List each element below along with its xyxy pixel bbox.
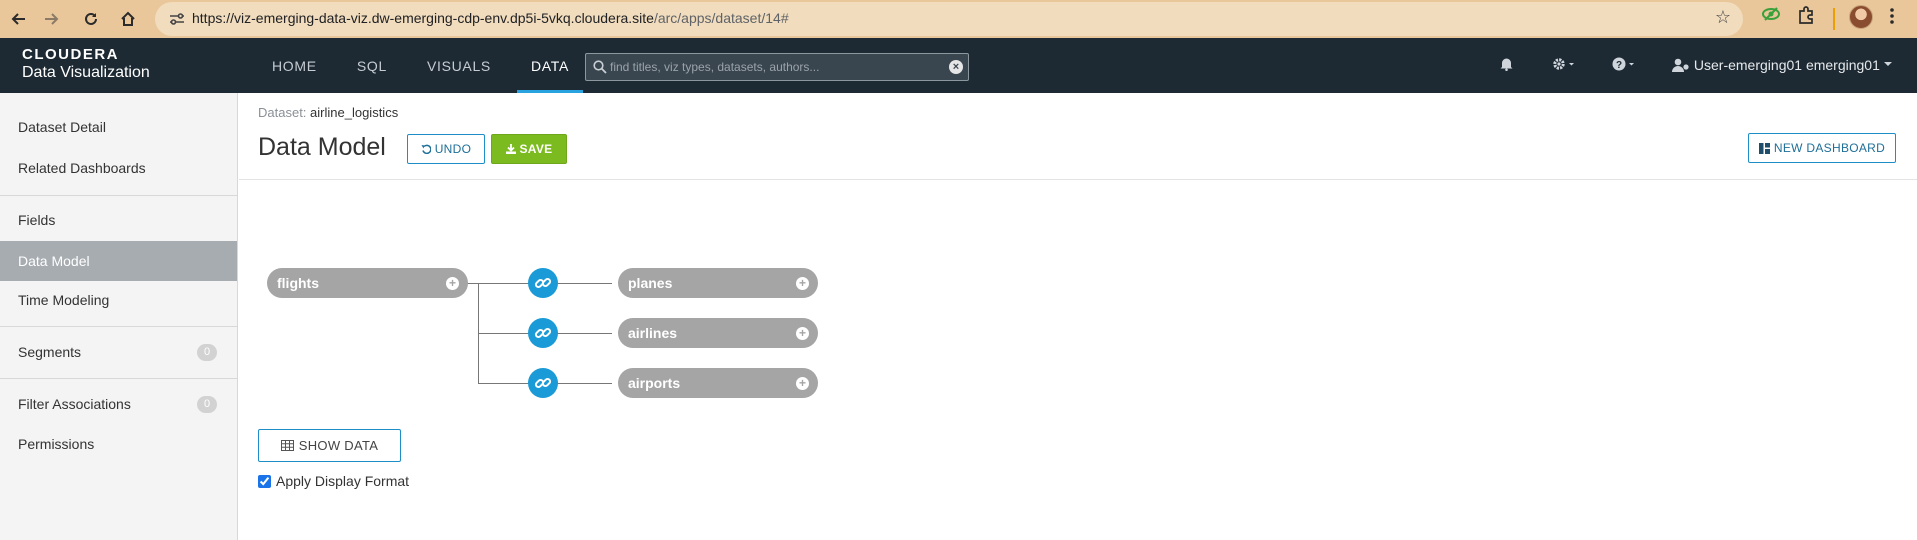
link-icon [534, 327, 552, 339]
extension-eye-icon[interactable] [1762, 6, 1780, 27]
join-link-button[interactable] [528, 268, 558, 298]
address-bar[interactable]: https://viz-emerging-data-viz.dw-emergin… [155, 2, 1743, 36]
link-icon [534, 377, 552, 389]
user-menu[interactable]: User-emerging01 emerging01 [1672, 57, 1892, 73]
header-divider [239, 179, 1917, 180]
sidebar-item-fields[interactable]: Fields [0, 200, 237, 240]
new-dashboard-button[interactable]: NEW DASHBOARD [1748, 133, 1896, 163]
sidebar-item-permissions[interactable]: Permissions [0, 424, 237, 464]
download-icon [505, 144, 516, 154]
breadcrumb-dataset-name: airline_logistics [310, 105, 399, 120]
link-icon [534, 277, 552, 289]
logo-brand: CLOUDERA [22, 46, 119, 63]
apply-display-format-label: Apply Display Format [276, 473, 410, 489]
back-icon[interactable] [4, 4, 34, 34]
add-join-icon[interactable]: + [796, 327, 809, 340]
nav-sql[interactable]: SQL [343, 38, 401, 93]
home-icon[interactable] [113, 4, 143, 34]
app-header: CLOUDERA Data Visualization HOME SQL VIS… [0, 38, 1917, 93]
user-icon [1672, 58, 1689, 72]
url-text[interactable]: https://viz-emerging-data-viz.dw-emergin… [192, 10, 789, 26]
global-search: × [585, 53, 969, 81]
top-nav: HOME SQL VISUALS DATA [258, 38, 595, 93]
table-icon [280, 440, 294, 451]
count-badge: 0 [197, 396, 217, 413]
sidebar-item-label: Filter Associations [18, 396, 131, 412]
forward-icon[interactable] [36, 4, 66, 34]
reload-icon[interactable] [76, 4, 106, 34]
nav-data[interactable]: DATA [516, 38, 584, 93]
table-node-airlines[interactable]: airlines + [618, 318, 818, 348]
undo-label: UNDO [434, 142, 472, 156]
table-name: airports [628, 375, 681, 391]
page-title: Data Model [258, 133, 386, 161]
user-name: User-emerging01 emerging01 [1693, 57, 1880, 73]
site-info-icon[interactable] [167, 9, 187, 29]
extensions-puzzle-icon[interactable] [1797, 6, 1815, 29]
browser-toolbar: https://viz-emerging-data-viz.dw-emergin… [0, 0, 1917, 38]
sidebar-item-time-modeling[interactable]: Time Modeling [0, 280, 237, 320]
sidebar-item-dataset-detail[interactable]: Dataset Detail [0, 107, 237, 147]
sidebar-item-label: Segments [18, 344, 82, 360]
clear-search-icon[interactable]: × [949, 60, 963, 74]
profile-avatar[interactable] [1849, 5, 1873, 29]
add-join-icon[interactable]: + [446, 277, 459, 290]
add-join-icon[interactable]: + [796, 377, 809, 390]
chevron-down-icon [1883, 62, 1892, 66]
sidebar-item-data-model[interactable]: Data Model [0, 241, 237, 281]
search-icon [593, 60, 607, 74]
breadcrumb-label: Dataset: [258, 105, 307, 120]
search-input[interactable] [610, 56, 930, 78]
new-dashboard-label: NEW DASHBOARD [1773, 141, 1886, 155]
nav-visuals[interactable]: VISUALS [413, 38, 505, 93]
sidebar-divider [0, 378, 237, 379]
add-join-icon[interactable]: + [796, 277, 809, 290]
save-button[interactable]: SAVE [491, 134, 567, 164]
table-node-airports[interactable]: airports + [618, 368, 818, 398]
undo-icon [421, 144, 431, 154]
sidebar-divider [0, 195, 237, 196]
sidebar-item-filter-associations[interactable]: Filter Associations 0 [0, 384, 237, 424]
sidebar-divider [0, 326, 237, 327]
table-name: planes [628, 275, 673, 291]
dashboard-icon [1758, 142, 1770, 154]
kebab-menu-icon[interactable] [1889, 7, 1895, 30]
notifications-bell-icon[interactable] [1500, 57, 1513, 74]
dataset-sidebar: Dataset Detail Related Dashboards Fields… [0, 93, 238, 540]
show-data-label: SHOW DATA [298, 438, 379, 453]
apply-display-format-checkbox[interactable] [258, 474, 271, 488]
join-link-button[interactable] [528, 368, 558, 398]
table-node-planes[interactable]: planes + [618, 268, 818, 298]
nav-home[interactable]: HOME [258, 38, 331, 93]
breadcrumb: Dataset: airline_logistics [258, 105, 398, 120]
bookmark-star-icon[interactable]: ☆ [1715, 7, 1731, 28]
sidebar-item-related-dashboards[interactable]: Related Dashboards [0, 148, 237, 188]
undo-button[interactable]: UNDO [407, 134, 485, 164]
app-logo[interactable]: CLOUDERA Data Visualization [22, 46, 150, 82]
logo-product: Data Visualization [22, 64, 150, 81]
join-link-button[interactable] [528, 318, 558, 348]
settings-gear-icon[interactable] [1552, 57, 1576, 74]
show-data-button[interactable]: SHOW DATA [258, 429, 401, 462]
table-name: airlines [628, 325, 678, 341]
save-label: SAVE [519, 142, 553, 156]
table-node-flights[interactable]: flights + [267, 268, 468, 298]
help-icon[interactable]: ? [1612, 57, 1636, 74]
toolbar-divider [1833, 8, 1835, 30]
table-name: flights [277, 275, 319, 291]
sidebar-item-segments[interactable]: Segments 0 [0, 332, 237, 372]
count-badge: 0 [197, 344, 217, 361]
svg-text:?: ? [1616, 60, 1622, 71]
apply-display-format-option[interactable]: Apply Display Format [258, 473, 409, 489]
